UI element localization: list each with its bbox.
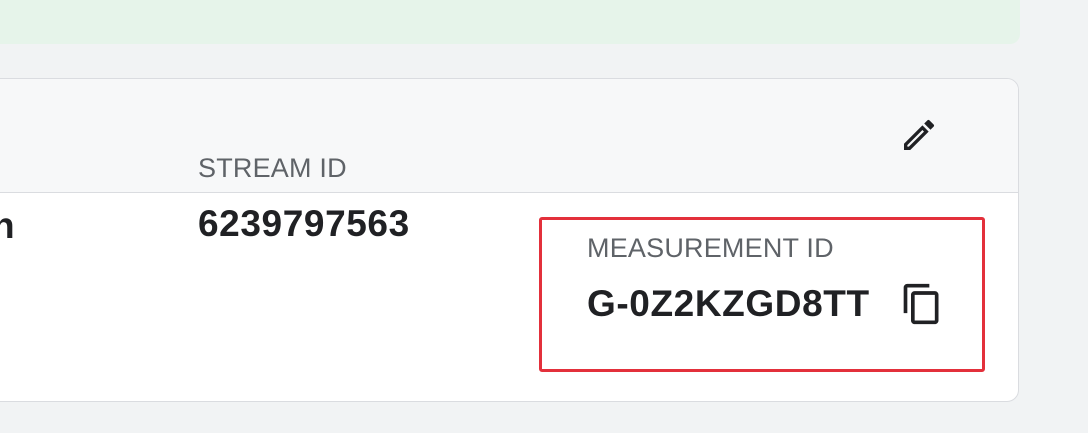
measurement-id-label: MEASUREMENT ID <box>587 233 834 263</box>
stream-url-value-partial: n <box>0 205 16 246</box>
measurement-id-value: G-0Z2KZGD8TT <box>587 283 870 324</box>
stream-id-label: STREAM ID <box>198 153 347 183</box>
success-banner <box>0 0 1020 44</box>
pencil-icon <box>899 115 939 160</box>
edit-button[interactable] <box>895 113 943 161</box>
card-header <box>0 79 1018 193</box>
stream-id-value: 6239797563 <box>198 203 410 244</box>
copy-icon <box>900 282 944 331</box>
copy-measurement-id-button[interactable] <box>897 281 947 331</box>
